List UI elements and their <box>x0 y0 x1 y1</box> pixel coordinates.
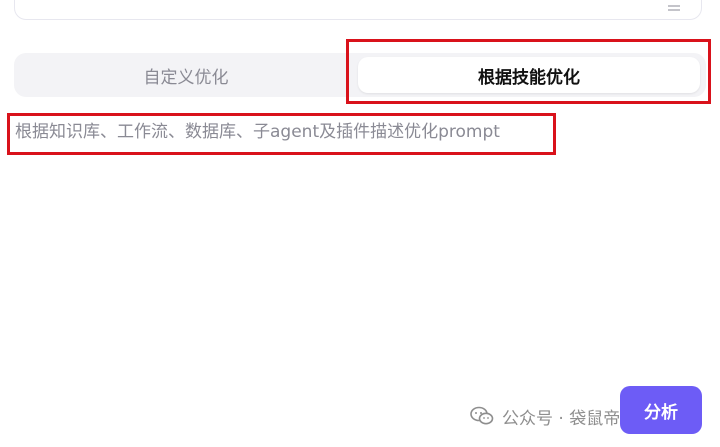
analyze-button[interactable]: 分析 <box>620 386 702 434</box>
tab-custom-optimize[interactable]: 自定义优化 <box>18 57 354 93</box>
resize-handle-icon[interactable] <box>667 3 681 13</box>
annotation-box-description <box>7 113 556 155</box>
prompt-input-card[interactable] <box>14 0 702 20</box>
annotation-box-tab <box>346 39 711 104</box>
wechat-icon <box>470 406 494 425</box>
